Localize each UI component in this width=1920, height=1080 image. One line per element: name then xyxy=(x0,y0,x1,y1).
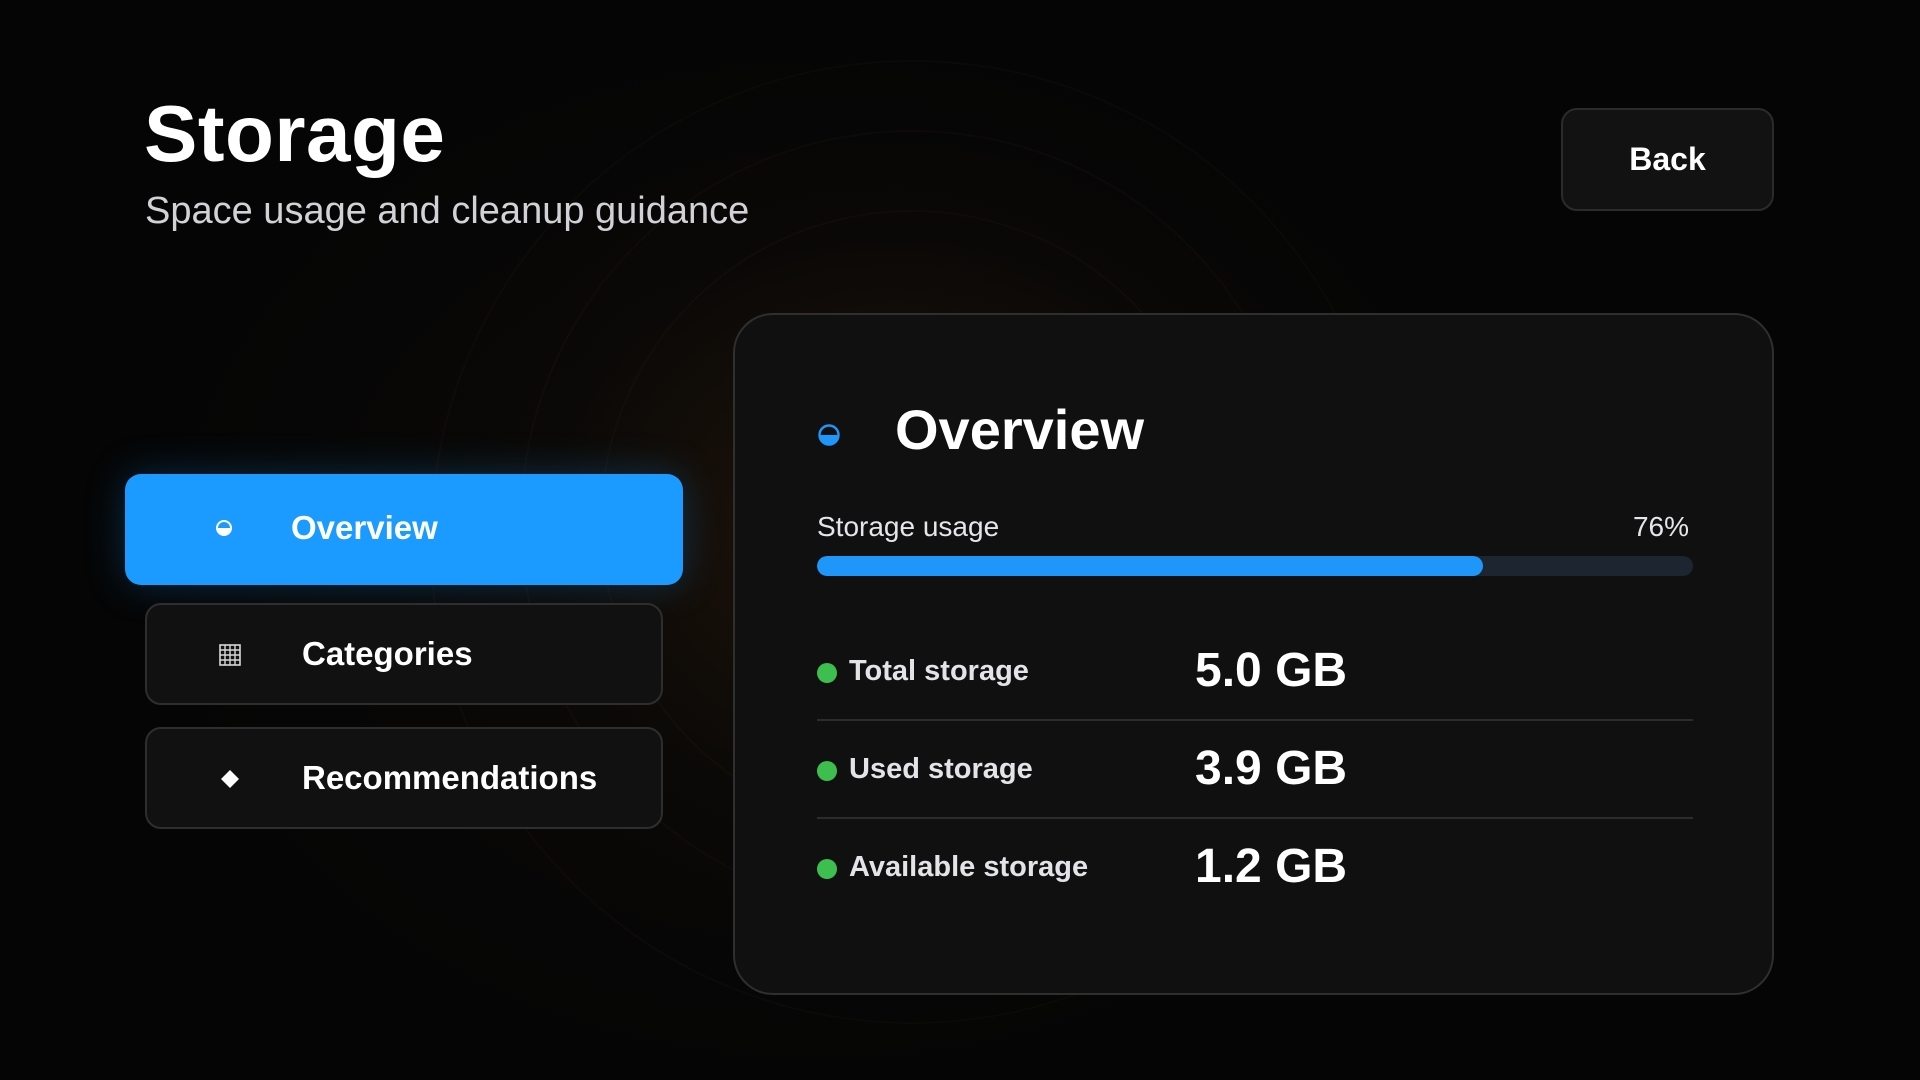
stat-label: Used storage xyxy=(849,753,1033,785)
nav-item-label: Categories xyxy=(302,635,473,672)
storage-screen: Storage Space usage and cleanup guidance… xyxy=(0,0,1920,1080)
nav-item-categories[interactable]: Categories xyxy=(145,603,663,705)
status-dot xyxy=(817,663,837,683)
nav-item-overview[interactable]: Overview xyxy=(125,474,683,585)
status-dot xyxy=(817,859,837,879)
stat-value: 5.0 GB xyxy=(1195,644,1348,697)
back-button[interactable]: Back xyxy=(1561,108,1774,211)
grid-icon xyxy=(218,643,242,667)
diamond-icon xyxy=(218,767,242,791)
nav-item-recommendations[interactable]: Recommendations xyxy=(145,727,663,829)
half-circle-icon xyxy=(212,516,236,540)
half-circle-icon xyxy=(817,423,841,447)
stat-row-available: Available storage 1.2 GB xyxy=(817,819,1693,917)
storage-usage-percent: 76% xyxy=(1632,511,1689,542)
nav-item-label: Recommendations xyxy=(302,759,598,796)
storage-usage-progress xyxy=(817,556,1693,576)
storage-usage-progress-fill xyxy=(817,556,1483,576)
storage-usage-label: Storage usage xyxy=(817,511,1000,542)
nav-item-label: Overview xyxy=(291,509,438,546)
stat-label: Available storage xyxy=(849,851,1089,883)
status-dot xyxy=(817,761,837,781)
stat-value: 3.9 GB xyxy=(1195,742,1348,795)
stat-value: 1.2 GB xyxy=(1195,840,1348,893)
page-title: Storage xyxy=(144,89,446,178)
stat-label: Total storage xyxy=(849,655,1029,687)
overview-panel: Overview Storage usage 76% Total storage… xyxy=(733,313,1774,995)
stat-row-used: Used storage 3.9 GB xyxy=(817,721,1693,819)
panel-title: Overview xyxy=(895,398,1145,461)
page-subtitle: Space usage and cleanup guidance xyxy=(145,190,750,232)
stat-row-total: Total storage 5.0 GB xyxy=(817,623,1693,721)
